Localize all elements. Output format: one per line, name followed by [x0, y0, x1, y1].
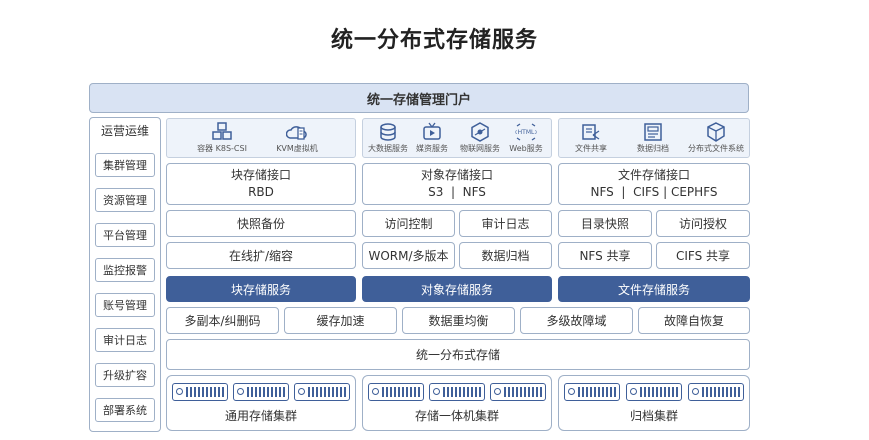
file-interface: 文件存储接口 NFS | CIFS | CEPHFS [558, 163, 750, 205]
feature-access-auth: 访问授权 [656, 210, 750, 237]
database-icon [380, 123, 396, 141]
service-container: 容器 K8S-CSI [192, 122, 252, 156]
ops-item-monitor: 监控报警 [95, 258, 155, 282]
server-icon [172, 383, 228, 401]
server-icon [294, 383, 350, 401]
ops-item-resource: 资源管理 [95, 188, 155, 212]
feature-data-archive: 数据归档 [459, 242, 552, 269]
unified-distributed-storage: 统一分布式存储 [166, 339, 750, 370]
cluster-archive: 归档集群 [558, 375, 750, 431]
cap-fault-domain: 多级故障域 [520, 307, 633, 334]
file-share-icon [582, 124, 600, 140]
service-file-share: 文件共享 [561, 122, 621, 156]
server-icon [564, 383, 620, 401]
ops-item-platform: 平台管理 [95, 223, 155, 247]
cluster-label: 通用存储集群 [224, 409, 297, 423]
server-icon [368, 383, 424, 401]
object-services-panel: 大数据服务 媒资服务 物联网服务 <HTML> Web服务 [362, 118, 552, 158]
feature-audit-log: 审计日志 [459, 210, 552, 237]
cluster-general: 通用存储集群 [166, 375, 356, 431]
service-iot: 物联网服务 [455, 122, 505, 156]
cube-icon [707, 122, 725, 142]
cap-replica-ec: 多副本/纠删码 [166, 307, 279, 334]
feature-dir-snapshot: 目录快照 [558, 210, 652, 237]
file-storage-service: 文件存储服务 [558, 276, 750, 302]
block-storage-service: 块存储服务 [166, 276, 356, 302]
feature-online-scale: 在线扩/缩容 [166, 242, 356, 269]
svg-text:<HTML>: <HTML> [515, 129, 537, 136]
block-services-panel: 容器 K8S-CSI KVM虚拟机 [166, 118, 356, 158]
web-icon: <HTML> [515, 123, 537, 141]
page-title: 统一分布式存储服务 [330, 28, 538, 53]
feature-worm: WORM/多版本 [362, 242, 455, 269]
iot-icon [471, 122, 489, 142]
cap-rebalance: 数据重均衡 [402, 307, 515, 334]
cluster-label: 存储一体机集群 [414, 409, 499, 423]
ops-item-deploy: 部署系统 [95, 398, 155, 422]
server-icon [490, 383, 546, 401]
cluster-appliance: 存储一体机集群 [362, 375, 552, 431]
ops-column: 运营运维 集群管理 资源管理 平台管理 监控报警 账号管理 审计日志 升级扩容 … [89, 117, 161, 432]
container-icon [212, 122, 232, 140]
server-icon [233, 383, 289, 401]
service-bigdata: 大数据服务 [363, 122, 413, 156]
feature-access-control: 访问控制 [362, 210, 455, 237]
service-web: <HTML> Web服务 [503, 122, 549, 156]
archive-icon [644, 123, 662, 141]
server-icon [626, 383, 682, 401]
feature-cifs-share: CIFS 共享 [656, 242, 750, 269]
object-interface: 对象存储接口 S3 | NFS [362, 163, 552, 205]
feature-snapshot-backup: 快照备份 [166, 210, 356, 237]
feature-nfs-share: NFS 共享 [558, 242, 652, 269]
ops-item-cluster: 集群管理 [95, 153, 155, 177]
block-interface: 块存储接口 RBD [166, 163, 356, 205]
server-icon [688, 383, 744, 401]
service-archive: 数据归档 [623, 122, 683, 156]
ops-item-upgrade: 升级扩容 [95, 363, 155, 387]
cloud-server-icon [286, 126, 307, 140]
ops-item-audit: 审计日志 [95, 328, 155, 352]
cap-cache: 缓存加速 [284, 307, 397, 334]
service-dfs: 分布式文件系统 [685, 122, 747, 156]
storage-portal: 统一存储管理门户 [89, 83, 749, 113]
cap-self-heal: 故障自恢复 [638, 307, 750, 334]
cluster-label: 归档集群 [629, 409, 678, 423]
service-kvm: KVM虚拟机 [267, 122, 327, 156]
service-media: 媒资服务 [409, 122, 455, 156]
ops-item-account: 账号管理 [95, 293, 155, 317]
object-storage-service: 对象存储服务 [362, 276, 552, 302]
tv-icon [423, 122, 441, 140]
ops-title: 运营运维 [100, 124, 149, 138]
server-icon [429, 383, 485, 401]
file-services-panel: 文件共享 数据归档 分布式文件系统 [558, 118, 750, 158]
